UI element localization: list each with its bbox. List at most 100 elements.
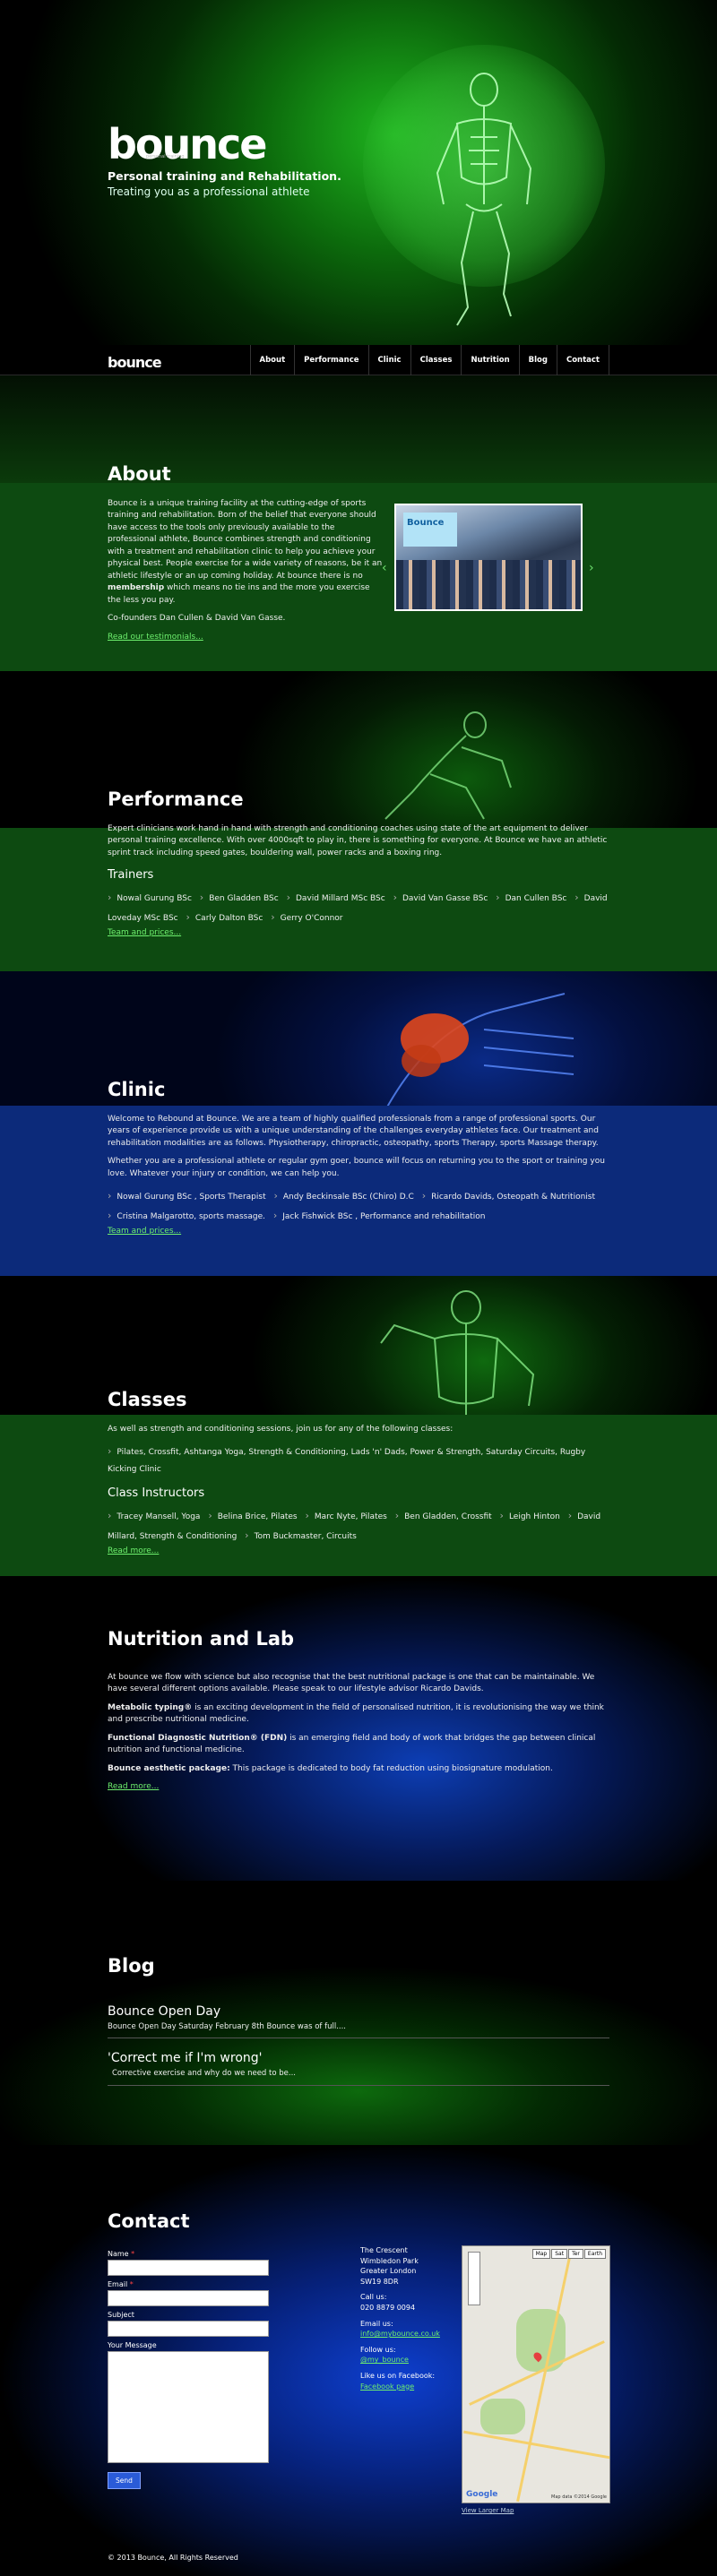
address-block: The Crescent Wimbledon Park Greater Lond…: [360, 2246, 419, 2286]
nav-item-contact[interactable]: Contact: [556, 345, 609, 375]
send-button[interactable]: Send: [108, 2472, 141, 2490]
testimonials-link[interactable]: Read our testimonials...: [108, 633, 203, 642]
trainer-item: Carly Dalton BSc: [186, 914, 263, 923]
hero-title: Personal training and Rehabilitation.: [108, 169, 341, 183]
clinic-team-item: Ricardo Davids, Osteopath & Nutritionist: [422, 1193, 595, 1202]
nav-logo[interactable]: bounce: [108, 352, 162, 374]
performance-paragraph: Expert clinicians work hand in hand with…: [108, 823, 608, 857]
clinic-heading: Clinic: [108, 1079, 166, 1100]
photo-crowd: [396, 560, 581, 609]
twitter-link[interactable]: @my_bounce: [360, 2356, 409, 2364]
runner-xray-illustration: [436, 73, 532, 326]
hero-section: bounce personal training Personal traini…: [0, 0, 717, 345]
map-type-earth[interactable]: Earth: [583, 2249, 606, 2259]
clinic-paragraph-1: Welcome to Rebound at Bounce. We are a t…: [108, 1114, 599, 1148]
trainer-item: Gerry O'Connor: [271, 914, 342, 923]
instructor-item: Leigh Hinton: [500, 1512, 560, 1521]
trainer-item: Nowal Gurung BSc: [108, 894, 192, 903]
classes-paragraph: As well as strength and conditioning ses…: [108, 1424, 454, 1434]
instructors-list: Tracey Mansell, Yoga Belina Brice, Pilat…: [108, 1506, 609, 1546]
classes-item: Pilates, Crossfit, Ashtanga Yoga, Streng…: [108, 1448, 585, 1474]
facebook-link[interactable]: Facebook page: [360, 2382, 414, 2391]
blog-post-title[interactable]: Bounce Open Day: [108, 2003, 609, 2021]
hero-logo[interactable]: bounce: [108, 124, 267, 165]
clinic-team-item: Andy Beckinsale BSc (Chiro) D.C: [273, 1193, 413, 1202]
about-section: About Bounce is a unique training facili…: [0, 375, 717, 671]
clinic-team-list: Nowal Gurung BSc , Sports Therapist Andy…: [108, 1186, 609, 1226]
map-type-bar: Map Sat Ter Earth: [531, 2249, 606, 2259]
instructor-item: Marc Nyte, Pilates: [305, 1512, 386, 1521]
nutrition-read-more-link[interactable]: Read more...: [108, 1782, 159, 1791]
name-label: Name *: [108, 2250, 135, 2258]
blog-post-excerpt: Bounce Open Day Saturday February 8th Bo…: [108, 2021, 347, 2031]
nutrition-heading: Nutrition and Lab: [108, 1628, 295, 1650]
message-label: Your Message: [108, 2341, 157, 2349]
clinic-team-item: Nowal Gurung BSc , Sports Therapist: [108, 1193, 266, 1202]
message-textarea[interactable]: [108, 2351, 269, 2463]
trainer-item: David Van Gasse BSc: [393, 894, 488, 903]
about-heading: About: [108, 463, 171, 485]
nav-item-performance[interactable]: Performance: [294, 345, 367, 375]
nav-item-classes[interactable]: Classes: [410, 345, 462, 375]
map-type-map[interactable]: Map: [531, 2249, 551, 2259]
blog-section: Blog Bounce Open Day Bounce Open Day Sat…: [0, 1881, 717, 2145]
name-field[interactable]: [108, 2260, 269, 2276]
blog-post[interactable]: 'Correct me if I'm wrong' Corrective exe…: [108, 2047, 609, 2086]
contact-form: Name * Email * Subject Your Message Send: [108, 2245, 269, 2490]
main-navigation: bounce About Performance Clinic Classes …: [0, 345, 717, 375]
nav-item-clinic[interactable]: Clinic: [367, 345, 410, 375]
slider-next-icon[interactable]: ›: [589, 559, 594, 578]
nutrition-paragraph-3: Functional Diagnostic Nutrition® (FDN) i…: [108, 1733, 596, 1755]
map-copyright: Map data ©2014 Google: [551, 2494, 607, 2500]
contact-details: The Crescent Wimbledon Park Greater Lond…: [360, 2245, 450, 2397]
phone-number[interactable]: 020 8879 0094: [360, 2304, 415, 2312]
map-road: [463, 2430, 609, 2460]
subject-field[interactable]: [108, 2321, 269, 2337]
nutrition-paragraph-2: Metabolic typing® is an exciting develop…: [108, 1702, 604, 1725]
nutrition-section: Nutrition and Lab At bounce we flow with…: [0, 1576, 717, 1881]
map-road: [516, 2248, 573, 2503]
blog-heading: Blog: [108, 1955, 155, 1977]
view-larger-map-link[interactable]: View Larger Map: [462, 2506, 514, 2516]
blog-post-title[interactable]: 'Correct me if I'm wrong': [108, 2049, 609, 2068]
performance-team-link[interactable]: Team and prices...: [108, 928, 181, 937]
email-label: Email *: [108, 2280, 134, 2288]
nav-item-about[interactable]: About: [249, 345, 295, 375]
performance-heading: Performance: [108, 788, 244, 810]
map-type-sat[interactable]: Sat: [551, 2249, 568, 2259]
map-zoom-control[interactable]: [468, 2252, 480, 2305]
clinic-team-link[interactable]: Team and prices...: [108, 1227, 181, 1236]
clinic-team-item: Jack Fishwick BSc , Performance and reha…: [273, 1212, 486, 1221]
nav-item-nutrition[interactable]: Nutrition: [461, 345, 518, 375]
clinic-section: Clinic Welcome to Rebound at Bounce. We …: [0, 971, 717, 1276]
facebook-block: Like us on Facebook: Facebook page: [360, 2371, 436, 2391]
performance-section: Performance Expert clinicians work hand …: [0, 671, 717, 971]
trainer-item: Ben Gladden BSc: [200, 894, 279, 903]
trainers-list: Nowal Gurung BSc Ben Gladden BSc David M…: [108, 888, 609, 927]
email-field[interactable]: [108, 2290, 269, 2306]
instructor-item: Tracey Mansell, Yoga: [108, 1512, 200, 1521]
subject-label: Subject: [108, 2311, 134, 2319]
about-gym-photo: Bounce: [394, 504, 583, 611]
map-type-ter[interactable]: Ter: [568, 2249, 583, 2259]
hero-tagline: Treating you as a professional athlete: [108, 185, 310, 198]
trainer-item: David Millard MSc BSc: [287, 894, 385, 903]
classes-heading: Classes: [108, 1389, 187, 1410]
location-map[interactable]: Map Sat Ter Earth Google Map data ©2014 …: [462, 2245, 610, 2503]
nav-item-blog[interactable]: Blog: [518, 345, 557, 375]
blog-post-excerpt: Corrective exercise and why do we need t…: [112, 2069, 296, 2079]
classes-list: Pilates, Crossfit, Ashtanga Yoga, Streng…: [108, 1442, 609, 1478]
email-link[interactable]: info@mybounce.co.uk: [360, 2330, 440, 2338]
trainers-heading: Trainers: [108, 868, 154, 882]
blog-post[interactable]: Bounce Open Day Bounce Open Day Saturday…: [108, 2001, 609, 2039]
instructor-item: Tom Buckmaster, Circuits: [245, 1532, 357, 1541]
footer-copyright: © 2013 Bounce, All Rights Reserved: [108, 2554, 238, 2562]
email-block: Email us: info@mybounce.co.uk: [360, 2319, 440, 2339]
map-google-logo: Google: [466, 2489, 498, 2499]
clinic-paragraph-2: Whether you are a professional athlete o…: [108, 1157, 605, 1178]
slider-prev-icon[interactable]: ‹: [382, 559, 387, 578]
contact-section: Contact Name * Email * Subject Your Mess…: [0, 2145, 717, 2576]
instructor-item: Belina Brice, Pilates: [208, 1512, 297, 1521]
twitter-block: Follow us: @my_bounce: [360, 2345, 409, 2365]
classes-read-more-link[interactable]: Read more...: [108, 1546, 159, 1555]
